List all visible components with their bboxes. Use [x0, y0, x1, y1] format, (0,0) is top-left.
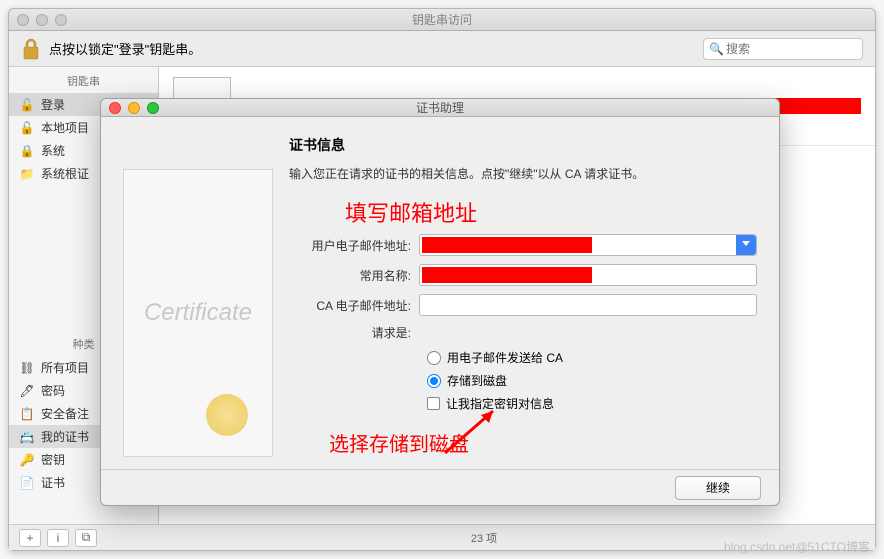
- main-titlebar: 钥匙串访问: [9, 9, 875, 31]
- cert-icon: 📄: [19, 475, 35, 491]
- continue-button[interactable]: 继续: [675, 476, 761, 500]
- annotation-disk: 选择存储到磁盘: [289, 428, 757, 457]
- lock-open-icon: 🔓: [19, 97, 35, 113]
- search-field[interactable]: 🔍: [703, 38, 863, 60]
- add-button[interactable]: +: [19, 529, 41, 547]
- sheet-titlebar: 证书助理: [101, 99, 779, 117]
- lock-bar: 点按以锁定"登录"钥匙串。 🔍: [9, 31, 875, 67]
- sheet-body: Certificate 证书信息 输入您正在请求的证书的相关信息。点按"继续"以…: [101, 117, 779, 469]
- radio-save-disk[interactable]: 存储到磁盘: [427, 372, 757, 389]
- watermark: blog.csdn.net@51CTO博客: [724, 538, 870, 555]
- checkbox-icon: [427, 397, 440, 410]
- search-icon: 🔍: [709, 42, 724, 56]
- lock-icon[interactable]: [21, 37, 41, 61]
- search-input[interactable]: [703, 38, 863, 60]
- lock-icon: 🔒: [19, 143, 35, 159]
- cert-illustration: Certificate: [123, 169, 273, 457]
- zoom-icon[interactable]: [147, 102, 159, 114]
- certificate-assistant-sheet: 证书助理 Certificate 证书信息 输入您正在请求的证书的相关信息。点按…: [100, 98, 780, 506]
- row-request-is: 请求是:: [289, 324, 757, 341]
- lock-hint: 点按以锁定"登录"钥匙串。: [49, 39, 201, 58]
- traffic-lights: [17, 14, 67, 26]
- minimize-icon[interactable]: [128, 102, 140, 114]
- note-icon: 📋: [19, 406, 35, 422]
- lock-open-icon: 🔓: [19, 120, 35, 136]
- radio-checked-icon: [427, 374, 441, 388]
- folder-icon: 📁: [19, 166, 35, 182]
- radio-email-ca[interactable]: 用电子邮件发送给 CA: [427, 349, 757, 366]
- window-title: 钥匙串访问: [412, 11, 472, 28]
- item-count: 23 项: [471, 530, 497, 546]
- annotation-email: 填写邮箱地址: [289, 196, 757, 228]
- grid-icon: ⛓: [19, 360, 35, 376]
- minimize-dot[interactable]: [36, 14, 48, 26]
- seal-icon: [206, 394, 248, 436]
- key-icon: 🔑: [19, 452, 35, 468]
- zoom-dot[interactable]: [55, 14, 67, 26]
- radio-icon: [427, 351, 441, 365]
- close-icon[interactable]: [109, 102, 121, 114]
- key-icon: 🖊: [19, 383, 35, 399]
- sheet-traffic-lights: [109, 102, 159, 114]
- keychains-header: 钥匙串: [9, 67, 158, 93]
- sheet-title: 证书助理: [416, 99, 464, 116]
- ca-email-input[interactable]: [419, 294, 757, 316]
- row-ca-email: CA 电子邮件地址:: [289, 294, 757, 316]
- checkbox-specify-key[interactable]: 让我指定密钥对信息: [427, 395, 757, 412]
- sheet-footer: 继续: [101, 469, 779, 505]
- row-email: 用户电子邮件地址:: [289, 234, 757, 256]
- request-radio-group: 用电子邮件发送给 CA 存储到磁盘 让我指定密钥对信息: [289, 349, 757, 418]
- cert-icon: 📇: [19, 429, 35, 445]
- hint-text: 输入您正在请求的证书的相关信息。点按"继续"以从 CA 请求证书。: [289, 165, 757, 182]
- info-button[interactable]: i: [47, 529, 69, 547]
- section-title: 证书信息: [289, 135, 757, 155]
- copy-button[interactable]: ⧉: [75, 529, 97, 547]
- close-dot[interactable]: [17, 14, 29, 26]
- row-common-name: 常用名称:: [289, 264, 757, 286]
- email-combo[interactable]: [419, 234, 757, 256]
- common-name-input[interactable]: [419, 264, 757, 286]
- sheet-left: Certificate: [123, 135, 273, 457]
- sheet-form: 证书信息 输入您正在请求的证书的相关信息。点按"继续"以从 CA 请求证书。 填…: [289, 135, 757, 457]
- chevron-down-icon: [742, 241, 750, 246]
